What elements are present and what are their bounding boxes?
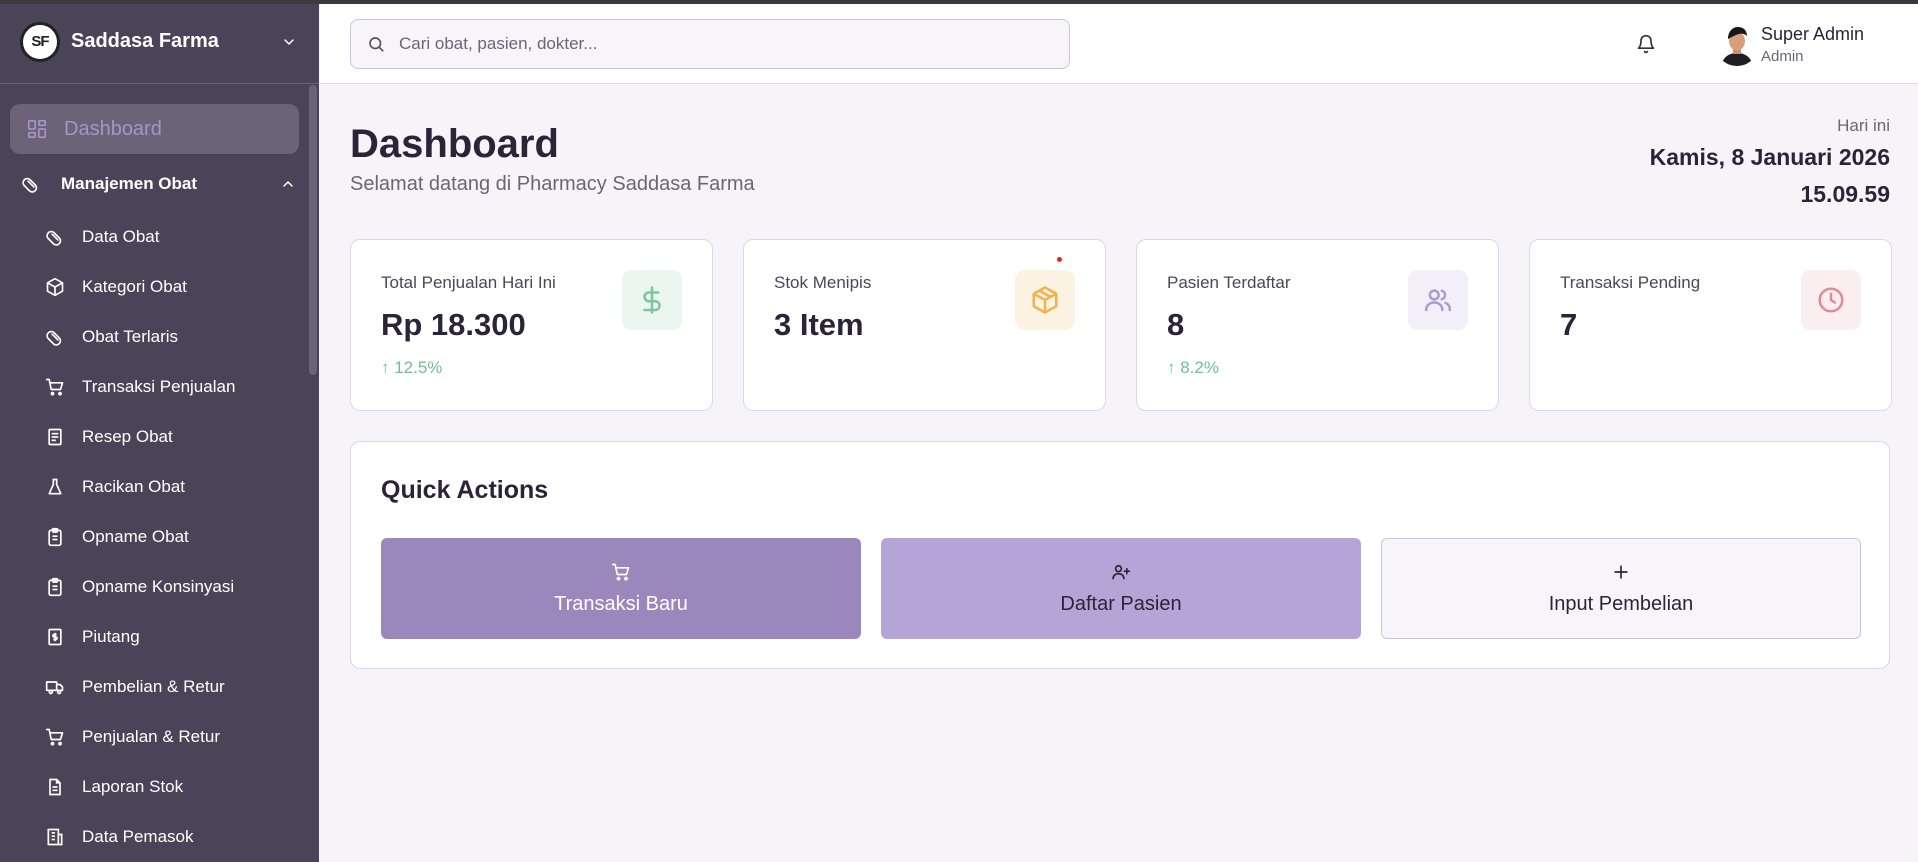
sidebar-item-transaksi-penjualan[interactable]: Transaksi Penjualan [44,369,304,405]
pill-icon [44,326,66,348]
current-time: 15.09.59 [1800,181,1890,207]
page-title: Dashboard [350,122,559,166]
sidebar-item-opname-obat[interactable]: Opname Obat [44,519,304,555]
brand-header[interactable]: SF Saddasa Farma [0,0,319,84]
button-label: Daftar Pasien [1060,593,1182,615]
sidebar-item-pembelian-retur[interactable]: Pembelian & Retur [44,669,304,705]
sidebar-item-label: Piutang [82,627,140,646]
cart-icon [44,376,66,398]
receipt-dollar-icon [44,626,66,648]
sidebar-item-kategori-obat[interactable]: Kategori Obat [44,269,304,305]
sidebar-item-label: Resep Obat [82,427,173,446]
sidebar: SF Saddasa Farma Dashboard Manajemen Oba… [0,0,319,862]
sidebar-item-laporan-stok[interactable]: Laporan Stok [44,769,304,805]
button-label: Transaksi Baru [554,593,688,615]
document-icon [44,426,66,448]
user-name: Super Admin [1761,24,1865,44]
sidebar-item-label: Obat Terlaris [82,327,179,346]
stat-label: Transaksi Pending [1560,273,1701,292]
package-icon [1015,270,1075,330]
stat-label: Pasien Terdaftar [1167,273,1291,292]
sidebar-item-label: Opname Obat [82,527,189,546]
bell-icon[interactable] [1635,33,1657,55]
brand-logo: SF [20,21,60,62]
stat-card-pasien-terdaftar: Pasien Terdaftar 8 ↑ 8.2% [1136,239,1499,411]
stat-label: Total Penjualan Hari Ini [381,273,556,292]
stat-value: 3 Item [774,307,864,342]
plus-icon [1610,561,1632,583]
search-icon [365,33,387,55]
building-icon [44,826,66,848]
transaksi-baru-button[interactable]: Transaksi Baru [381,538,861,639]
sidebar-item-label: Pembelian & Retur [82,677,225,696]
stat-label: Stok Menipis [774,273,872,292]
sidebar-item-dashboard[interactable]: Dashboard [10,104,299,154]
clock-icon [1801,270,1861,330]
stat-value: 7 [1560,307,1578,342]
search-input[interactable] [399,34,1039,54]
sidebar-item-label: Opname Konsinyasi [82,577,235,596]
input-pembelian-button[interactable]: Input Pembelian [1381,538,1861,639]
brand-name: Saddasa Farma [71,30,219,52]
button-label: Input Pembelian [1548,593,1694,615]
sidebar-scrollbar[interactable] [309,85,317,375]
sidebar-item-label: Kategori Obat [82,277,187,296]
sidebar-item-label: Penjualan & Retur [82,727,220,746]
chevron-down-icon[interactable] [279,32,299,52]
sidebar-item-opname-konsinyasi[interactable]: Opname Konsinyasi [44,569,304,605]
cart-icon [44,726,66,748]
users-icon [1408,270,1468,330]
stat-card-total-penjualan: Total Penjualan Hari Ini Rp 18.300 ↑ 12.… [350,239,713,411]
quick-actions-panel: Quick Actions Transaksi Baru Daftar Pasi… [350,441,1890,669]
user-role: Admin [1761,48,1804,65]
sidebar-item-obat-terlaris[interactable]: Obat Terlaris [44,319,304,355]
clipboard-icon [44,526,66,548]
sidebar-item-label: Laporan Stok [82,777,184,796]
stat-card-stok-menipis: Stok Menipis 3 Item [743,239,1106,411]
current-date: Kamis, 8 Januari 2026 [1649,144,1890,170]
stat-trend: ↑ 12.5% [381,358,443,377]
sidebar-item-penjualan-retur[interactable]: Penjualan & Retur [44,719,304,755]
sidebar-item-label: Dashboard [64,117,162,140]
window-top-border [0,0,1918,4]
notification-dot [1057,257,1062,262]
dollar-icon [622,270,682,330]
sidebar-group-label: Manajemen Obat [61,174,198,193]
stat-value: Rp 18.300 [381,307,526,342]
clipboard-icon [44,576,66,598]
stat-value: 8 [1167,307,1185,342]
sidebar-item-piutang[interactable]: Piutang [44,619,304,655]
quick-actions-title: Quick Actions [381,476,549,504]
user-plus-icon [1110,561,1132,583]
daftar-pasien-button[interactable]: Daftar Pasien [881,538,1361,639]
stat-trend: ↑ 8.2% [1167,358,1219,377]
sidebar-item-label: Data Obat [82,227,160,246]
sidebar-item-resep-obat[interactable]: Resep Obat [44,419,304,455]
date-time-block: Hari ini Kamis, 8 Januari 2026 15.09.59 [1650,116,1890,208]
report-icon [44,776,66,798]
sidebar-item-label: Data Pemasok [82,827,194,846]
truck-icon [44,676,66,698]
cart-icon [610,561,632,583]
page-subtitle: Selamat datang di Pharmacy Saddasa Farma [350,173,755,195]
sidebar-item-data-obat[interactable]: Data Obat [44,219,304,255]
sidebar-item-label: Racikan Obat [82,477,185,496]
chevron-up-icon[interactable] [277,173,299,195]
avatar[interactable] [1715,22,1759,66]
sidebar-group-manajemen-obat[interactable]: Manajemen Obat [20,166,299,202]
flask-icon [44,476,66,498]
sidebar-item-racikan-obat[interactable]: Racikan Obat [44,469,304,505]
box-icon [44,276,66,298]
dashboard-grid-icon [26,118,48,140]
pill-icon [44,226,66,248]
pill-icon [20,173,42,195]
top-header: Super Admin Admin [320,4,1918,84]
sidebar-item-data-pemasok[interactable]: Data Pemasok [44,819,304,855]
stat-card-transaksi-pending: Transaksi Pending 7 [1529,239,1892,411]
sidebar-item-label: Transaksi Penjualan [82,377,236,396]
today-label: Hari ini [1837,116,1890,135]
search-bar[interactable] [350,19,1070,69]
